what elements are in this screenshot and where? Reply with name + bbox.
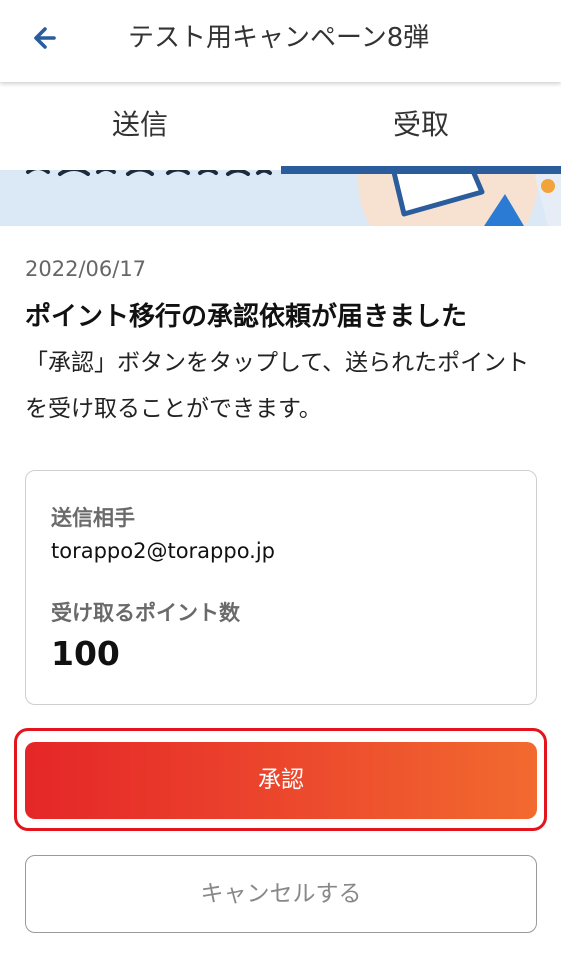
back-button[interactable] <box>24 18 68 62</box>
points-value: 100 <box>51 634 120 673</box>
sender-label: 送信相手 <box>51 506 135 530</box>
campaign-banner-image <box>0 170 561 226</box>
transfer-details-card: 送信相手 torappo2@torappo.jp 受け取るポイント数 100 <box>25 470 537 705</box>
app-header: テスト用キャンペーン8弾 <box>0 0 561 82</box>
tab-receive[interactable]: 受取 <box>281 82 561 170</box>
message-body: 「承認」ボタンをタップして、送られたポイントを受け取ることができます。 <box>25 350 530 422</box>
active-tab-indicator <box>281 166 561 174</box>
points-label: 受け取るポイント数 <box>51 601 240 625</box>
tab-bar: 送信 受取 <box>0 82 561 170</box>
sender-email: torappo2@torappo.jp <box>51 539 276 563</box>
message-date: 2022/06/17 <box>25 257 147 281</box>
arrow-left-icon <box>34 27 56 49</box>
tab-send[interactable]: 送信 <box>0 82 280 170</box>
page-title: テスト用キャンペーン8弾 <box>128 23 430 53</box>
message-heading: ポイント移行の承認依頼が届きました <box>25 302 468 332</box>
banner-illustration <box>0 170 561 226</box>
cancel-button[interactable]: キャンセルする <box>25 855 537 933</box>
approve-button[interactable]: 承認 <box>25 742 537 819</box>
